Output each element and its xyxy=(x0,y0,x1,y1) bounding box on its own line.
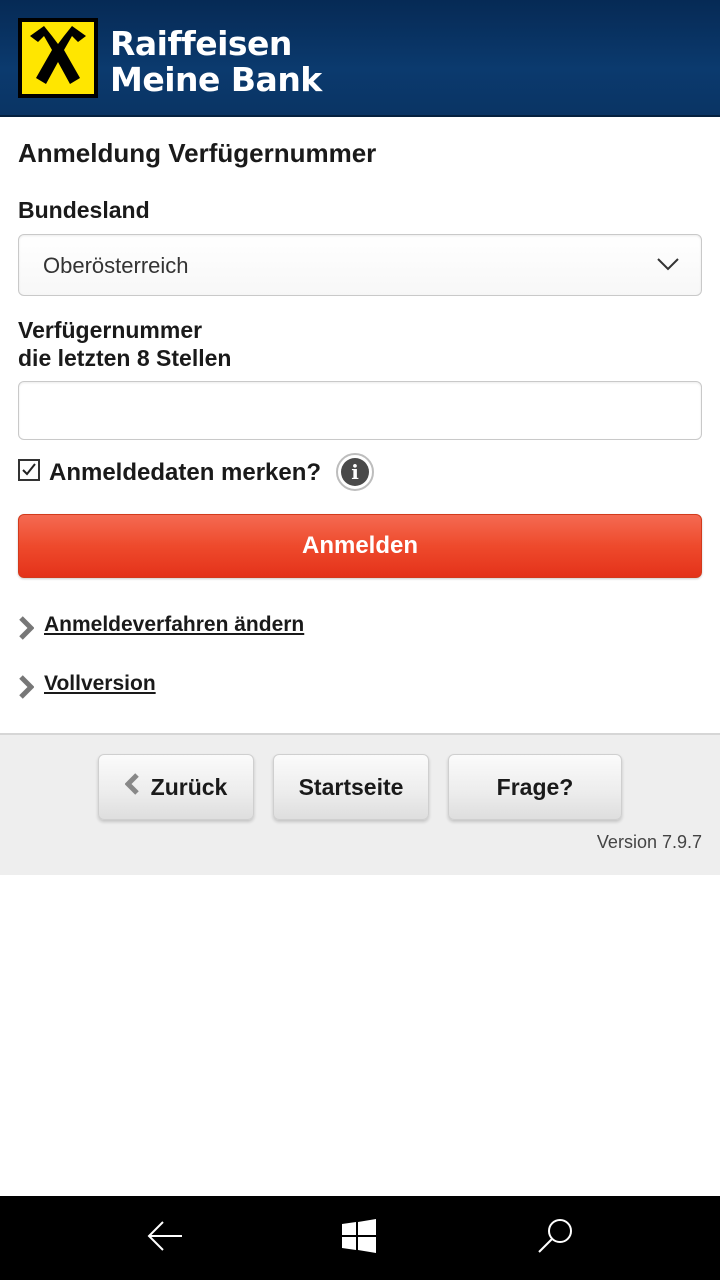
home-button-label: Startseite xyxy=(298,773,404,800)
chevron-right-icon xyxy=(18,675,35,704)
back-button-label: Zurück xyxy=(150,773,228,800)
checkmark-icon xyxy=(22,463,36,476)
remember-checkbox[interactable] xyxy=(18,459,40,481)
number-label: Verfügernummer die letzten 8 Stellen xyxy=(18,316,231,372)
link-full-version-label[interactable]: Vollversion xyxy=(44,672,156,696)
page-title: Anmeldung Verfügernummer xyxy=(18,138,377,168)
info-icon[interactable]: i xyxy=(336,453,374,491)
chevron-right-icon xyxy=(18,616,35,645)
brand-line-2: Meine Bank xyxy=(110,60,322,99)
state-select-value: Oberösterreich xyxy=(43,253,189,278)
remember-label[interactable]: Anmeldedaten merken? xyxy=(49,459,321,487)
back-button[interactable]: Zurück xyxy=(98,754,254,820)
raiffeisen-logo-icon xyxy=(18,18,98,98)
back-arrow-icon[interactable] xyxy=(146,1216,184,1261)
system-nav-bar xyxy=(0,1196,720,1280)
brand-name: Raiffeisen Meine Bank xyxy=(110,26,322,98)
footer: Zurück Startseite Frage? Version 7.9.7 xyxy=(0,733,720,875)
verfuegernummer-input[interactable] xyxy=(18,381,702,440)
state-label: Bundesland xyxy=(18,197,150,223)
version-text: Version 7.9.7 xyxy=(596,832,702,852)
link-change-login-method-label[interactable]: Anmeldeverfahren ändern xyxy=(44,613,304,637)
question-button-label: Frage? xyxy=(496,773,574,800)
number-label-line-1: Verfügernummer xyxy=(18,317,203,343)
home-button[interactable]: Startseite xyxy=(273,754,429,820)
chevron-down-icon xyxy=(657,257,679,276)
number-label-line-2: die letzten 8 Stellen xyxy=(18,345,232,371)
question-button[interactable]: Frage? xyxy=(448,754,622,820)
app-header: Raiffeisen Meine Bank xyxy=(0,0,720,117)
search-icon[interactable] xyxy=(536,1216,576,1261)
login-button[interactable]: Anmelden xyxy=(18,514,702,578)
windows-start-icon[interactable] xyxy=(341,1216,377,1261)
brand-line-1: Raiffeisen xyxy=(110,24,292,63)
state-select[interactable]: Oberösterreich xyxy=(18,234,702,296)
chevron-left-icon xyxy=(124,773,139,801)
